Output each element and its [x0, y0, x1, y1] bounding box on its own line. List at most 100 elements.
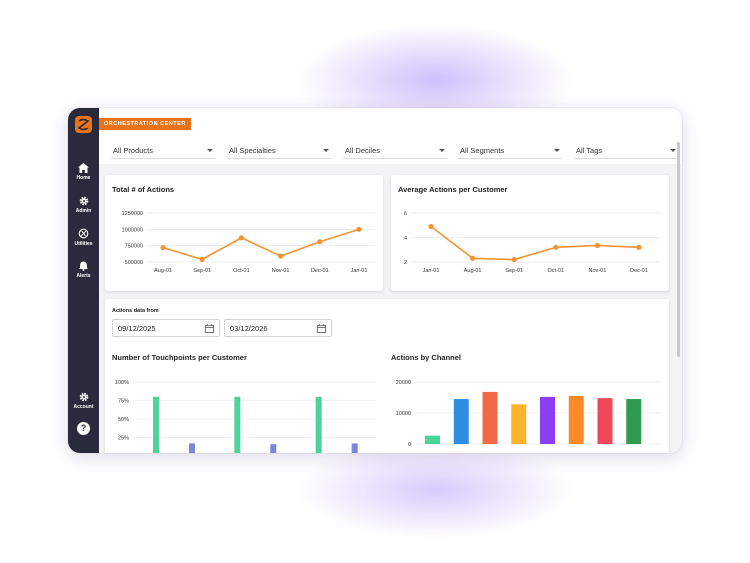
filter-label: All Products [113, 146, 154, 155]
touchpoints-bar [153, 396, 159, 453]
avg-actions-card: Average Actions per Customer 6 4 2 Jan-01 Au… [391, 175, 669, 291]
data-point [278, 253, 284, 259]
data-point [553, 244, 559, 250]
start-date-input[interactable]: 09/12/2025 [112, 319, 220, 337]
sidebar-item-utilities[interactable]: Utilities [68, 228, 99, 247]
y-tick-label: 10000 [396, 411, 411, 417]
data-point [636, 244, 642, 250]
touchpoints-bar [351, 443, 358, 453]
touchpoints-bar [234, 396, 241, 453]
filter-label: All Tags [576, 146, 603, 155]
data-point [511, 256, 517, 263]
series-line [430, 225, 640, 261]
x-tick-label: Dec-01 [311, 268, 329, 274]
data-point [160, 245, 166, 251]
y-tick-label: 100% [115, 380, 129, 386]
calendar-icon[interactable] [205, 324, 214, 333]
x-tick-label: Oct-01 [233, 268, 250, 274]
filter-segments[interactable]: All Segments [458, 143, 562, 159]
filter-label: All Specialties [229, 146, 276, 155]
utilities-icon [78, 228, 89, 239]
sidebar-item-alerts[interactable]: Alerts [68, 261, 99, 279]
date-range-label: Actions data from [112, 308, 159, 314]
total-actions-card: Total # of Actions 1250000 1000000 750000 5… [105, 175, 383, 291]
channel-bar [568, 395, 584, 444]
filter-specialties[interactable]: All Specialties [227, 143, 331, 159]
touchpoints-bar [315, 396, 322, 453]
start-date-value: 09/12/2025 [118, 324, 156, 333]
channel-bar [425, 435, 440, 444]
sidebar-item-label: Account [73, 404, 94, 410]
data-point [238, 235, 244, 241]
channel-bar [482, 391, 498, 444]
filter-bar: All Products All Specialties All Deciles… [99, 140, 682, 164]
filter-deciles[interactable]: All Deciles [343, 143, 447, 159]
end-date-value: 03/12/2026 [230, 324, 268, 333]
vertical-scrollbar[interactable] [677, 142, 680, 357]
sidebar-item-label: Admin [75, 208, 92, 214]
chevron-down-icon [207, 149, 213, 152]
touchpoints-bar [189, 443, 195, 453]
sidebar: Home Admin Utilities Alerts Account ? [68, 108, 99, 453]
y-tick-label: 25% [118, 436, 129, 442]
channel-bar [540, 396, 555, 444]
y-tick-label: 75% [118, 399, 129, 405]
touchpoints-title: Number of Touchpoints per Customer [112, 353, 247, 362]
y-tick-label: 750000 [125, 244, 143, 250]
x-tick-label: Oct-01 [548, 268, 565, 274]
y-tick-label: 2 [404, 260, 407, 266]
top-bar: ORCHESTRATION CENTER [99, 108, 682, 141]
channel-bar [511, 404, 527, 444]
touchpoints-bar [270, 444, 277, 453]
sidebar-item-admin[interactable]: Admin [68, 196, 99, 214]
x-tick-label: Sep-01 [193, 268, 211, 274]
x-tick-label: Sep-01 [505, 268, 523, 274]
y-tick-label: 4 [404, 236, 407, 242]
filter-label: All Segments [460, 146, 505, 155]
chevron-down-icon [670, 149, 676, 152]
brand-badge: ORCHESTRATION CENTER [99, 118, 191, 130]
x-tick-label: Aug-01 [154, 268, 172, 274]
help-button[interactable]: ? [77, 422, 90, 435]
gear-icon [79, 196, 88, 206]
end-date-input[interactable]: 03/12/2026 [224, 319, 332, 337]
y-tick-label: 0 [408, 442, 411, 448]
home-icon [78, 163, 89, 173]
x-tick-label: Jan-01 [423, 268, 440, 274]
sidebar-item-label: Home [76, 175, 91, 181]
y-tick-label: 1250000 [122, 211, 143, 217]
y-tick-label: 6 [404, 211, 407, 217]
chevron-down-icon [554, 149, 560, 152]
y-tick-label: 500000 [125, 260, 143, 266]
filter-label: All Deciles [345, 146, 381, 155]
filter-tags[interactable]: All Tags [574, 143, 678, 159]
channel-title: Actions by Channel [391, 353, 462, 362]
y-tick-label: 50% [118, 417, 129, 423]
x-tick-label: Aug-01 [464, 268, 482, 274]
touchpoints-chart: 100%75%50%25%0% [115, 380, 377, 453]
app-logo [75, 116, 92, 133]
x-tick-label: Nov-01 [272, 268, 290, 274]
y-tick-label: 1000000 [122, 227, 143, 233]
data-point [470, 255, 476, 261]
x-tick-label: Dec-01 [630, 268, 648, 274]
sidebar-item-account[interactable]: Account [68, 392, 99, 410]
data-point [317, 239, 323, 245]
filter-products[interactable]: All Products [111, 143, 215, 159]
sidebar-item-home[interactable]: Home [68, 163, 99, 181]
data-point [199, 256, 205, 262]
x-tick-label: Jan-01 [351, 268, 368, 274]
chevron-down-icon [439, 149, 445, 152]
calendar-icon[interactable] [317, 324, 326, 333]
channel-bar [597, 398, 613, 444]
channel-bar [626, 399, 642, 444]
chevron-down-icon [323, 149, 329, 152]
y-tick-label: 20000 [396, 380, 411, 386]
app-window: Home Admin Utilities Alerts Account ? OR… [68, 108, 682, 453]
channel-chart: 20000 10000 0 [396, 380, 661, 448]
x-tick-label: Nov-01 [589, 268, 607, 274]
data-point [356, 226, 362, 232]
sidebar-item-label: Utilities [74, 241, 93, 247]
logo-icon [77, 118, 90, 131]
bell-icon [79, 261, 88, 271]
